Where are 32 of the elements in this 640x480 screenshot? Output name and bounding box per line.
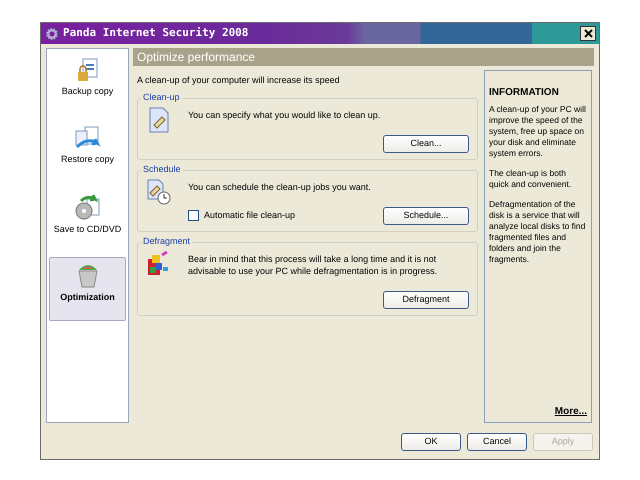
dialog-button[interactable]: OK bbox=[401, 433, 461, 451]
disc-arrow-icon bbox=[72, 193, 102, 221]
more-link[interactable]: More... bbox=[554, 404, 587, 419]
panel-header: Optimize performance bbox=[133, 48, 594, 66]
checkbox[interactable] bbox=[188, 210, 199, 221]
info-text: A clean-up of your PC will improve the speed of the system, free up space on your disk and eliminate system errors. bbox=[489, 104, 587, 159]
dialog-button[interactable]: Cancel bbox=[467, 433, 527, 451]
close-icon bbox=[584, 29, 592, 38]
group-title: Schedule bbox=[141, 162, 183, 174]
gear-icon bbox=[45, 26, 59, 40]
action-button[interactable]: Schedule... bbox=[383, 206, 469, 224]
action-button[interactable]: Clean... bbox=[383, 134, 469, 152]
description-text: Bear in mind that this process will take a long time and it is not advisable to use your PC while defragmentation is in progress. bbox=[188, 252, 438, 276]
document-arrow-icon bbox=[72, 125, 102, 151]
group-title: Clean-up bbox=[141, 90, 182, 102]
info-text: Defragmentation of the disk is a service that will analyze local disks to find fragmented files and folders and join the fragments. bbox=[489, 199, 586, 265]
sidebar-item[interactable]: Save to CD/DVD bbox=[49, 189, 126, 251]
info-title: INFORMATION bbox=[489, 86, 560, 100]
description-text: You can specify what you would like to clean up. bbox=[188, 108, 382, 120]
intro-text: A clean-up of your computer will increase its speed bbox=[137, 74, 341, 87]
eraser-clock-icon bbox=[146, 178, 172, 204]
window-title: Panda Internet Security 2008 bbox=[63, 25, 248, 42]
group-title: Defragment bbox=[141, 234, 192, 246]
sidebar-item[interactable]: Backup copy bbox=[49, 53, 126, 115]
close-button[interactable] bbox=[580, 26, 596, 41]
sidebar-item[interactable]: Optimization bbox=[49, 257, 126, 321]
info-text: The clean-up is both quick and convenient. bbox=[489, 168, 572, 190]
eraser-document-icon bbox=[148, 106, 170, 132]
action-button[interactable]: Defragment bbox=[383, 290, 469, 308]
description-text: You can schedule the clean-up jobs you want. bbox=[188, 180, 372, 192]
sidebar-item[interactable]: Restore copy bbox=[49, 121, 126, 183]
checkbox-label: Automatic file clean-up bbox=[204, 208, 296, 222]
